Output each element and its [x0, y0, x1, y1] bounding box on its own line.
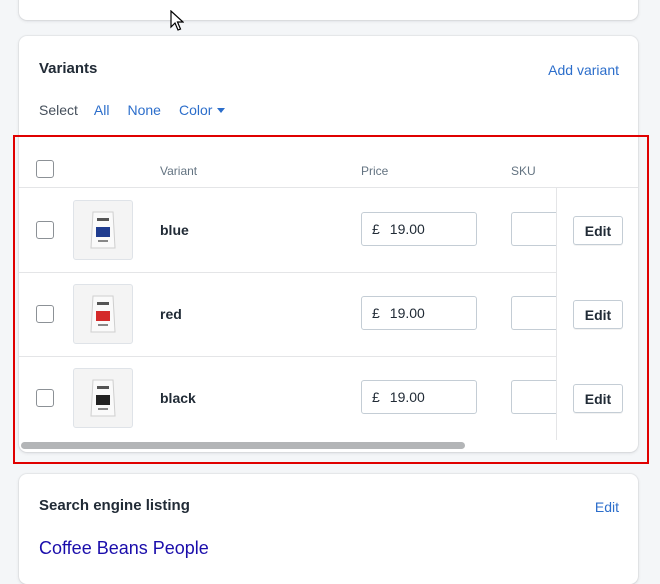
table-body: blue £ 19.00 red £ 19.00 black £ 19.00 [19, 188, 638, 440]
variant-name: black [160, 390, 196, 406]
add-variant-link[interactable]: Add variant [548, 62, 619, 78]
actions-column: Edit Edit Edit [556, 188, 638, 440]
coffee-bag-image-icon [90, 295, 116, 333]
currency-symbol: £ [372, 389, 380, 405]
price-value: 19.00 [389, 305, 425, 321]
select-bar: Select All None Color [39, 102, 243, 118]
mouse-cursor-icon [170, 10, 184, 31]
select-color-dropdown[interactable]: Color [178, 102, 226, 118]
search-engine-listing-card: Search engine listing Edit Coffee Beans … [19, 474, 638, 584]
variant-thumbnail[interactable] [73, 368, 133, 428]
price-input[interactable]: £ 19.00 [361, 380, 477, 414]
horizontal-scrollbar[interactable] [21, 442, 465, 449]
select-none-link[interactable]: None [127, 102, 160, 118]
variant-thumbnail[interactable] [73, 284, 133, 344]
seo-title: Search engine listing [39, 497, 190, 514]
table-row: blue £ 19.00 [19, 188, 638, 273]
table-header: Variant Price SKU [19, 134, 638, 188]
edit-variant-button[interactable]: Edit [573, 384, 623, 413]
seo-page-title: Coffee Beans People [39, 538, 209, 558]
variants-title: Variants [39, 60, 98, 77]
seo-edit-link[interactable]: Edit [595, 499, 619, 515]
variant-name: blue [160, 222, 189, 238]
coffee-bag-image-icon [90, 211, 116, 249]
row-checkbox[interactable] [36, 389, 54, 407]
select-all-checkbox[interactable] [36, 160, 54, 178]
price-input[interactable]: £ 19.00 [361, 296, 477, 330]
variants-card: Variants Add variant Select All None Col… [19, 36, 638, 452]
header-variant: Variant [160, 164, 198, 178]
price-value: 19.00 [389, 221, 425, 237]
edit-variant-button[interactable]: Edit [573, 300, 623, 329]
select-all-link[interactable]: All [94, 102, 110, 118]
row-checkbox[interactable] [36, 305, 54, 323]
price-input[interactable]: £ 19.00 [361, 212, 477, 246]
coffee-bag-image-icon [90, 379, 116, 417]
variant-name: red [160, 306, 182, 322]
header-sku: SKU [511, 164, 536, 178]
variant-thumbnail[interactable] [73, 200, 133, 260]
select-color-label: Color [178, 102, 213, 118]
table-row: black £ 19.00 [19, 356, 638, 440]
table-row: red £ 19.00 [19, 272, 638, 357]
select-label: Select [39, 102, 78, 118]
row-checkbox[interactable] [36, 221, 54, 239]
currency-symbol: £ [372, 221, 380, 237]
variants-table: Variant Price SKU blue £ 19.00 red £ 19.… [19, 134, 638, 452]
currency-symbol: £ [372, 305, 380, 321]
header-price: Price [361, 164, 389, 178]
price-value: 19.00 [389, 389, 425, 405]
chevron-down-icon [217, 107, 226, 113]
edit-variant-button[interactable]: Edit [573, 216, 623, 245]
previous-card [19, 0, 638, 20]
